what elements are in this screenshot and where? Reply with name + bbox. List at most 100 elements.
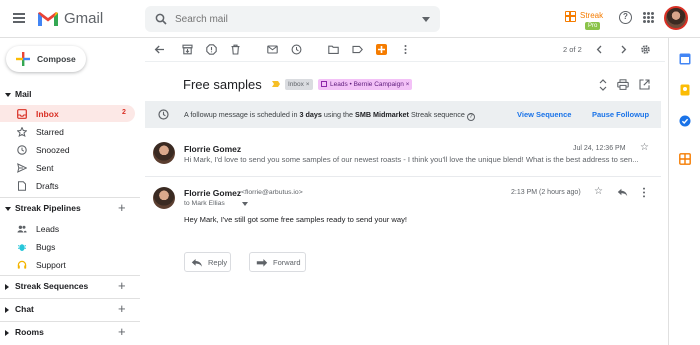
sidebar-item-label: Drafts <box>36 181 59 191</box>
account-avatar[interactable] <box>664 6 688 30</box>
snooze-icon[interactable] <box>291 44 302 55</box>
more-options-icon[interactable] <box>400 44 411 55</box>
message-sender[interactable]: Florrie Gomez <box>184 144 241 154</box>
label-chip-inbox[interactable]: Inbox × <box>285 79 313 90</box>
search-bar[interactable] <box>145 6 440 32</box>
gmail-logo-icon[interactable] <box>37 11 59 27</box>
label-chip-leads[interactable]: Leads • Bernie Campaign × <box>318 79 413 90</box>
sidebar-item-leads[interactable]: Leads <box>0 220 135 237</box>
sidebar-item-sent[interactable]: Sent <box>0 159 135 176</box>
unread-count: 2 <box>122 109 126 116</box>
search-input[interactable] <box>175 11 405 27</box>
sender-avatar[interactable] <box>153 142 175 164</box>
streak-plan-badge: Pro <box>585 22 601 30</box>
inbox-icon <box>17 109 27 119</box>
report-spam-icon[interactable] <box>206 44 217 55</box>
expand-all-icon[interactable] <box>598 79 608 91</box>
open-new-window-icon[interactable] <box>639 79 650 90</box>
sidebar-divider <box>0 275 140 276</box>
compose-plus-icon <box>16 52 30 66</box>
calendar-icon[interactable] <box>679 53 691 65</box>
remove-label-icon[interactable]: × <box>306 81 310 88</box>
streak-label[interactable]: Streak <box>580 11 603 20</box>
clock-icon <box>17 145 27 155</box>
move-to-icon[interactable] <box>328 44 339 55</box>
add-pipeline-icon[interactable]: + <box>118 200 126 215</box>
sidebar-item-label: Leads <box>36 224 60 234</box>
draft-icon <box>18 181 26 191</box>
reply-label: Reply <box>208 258 228 267</box>
important-marker-icon[interactable] <box>272 81 280 87</box>
mark-unread-icon[interactable] <box>267 44 278 55</box>
sidebar-item-support[interactable]: Support <box>0 256 135 273</box>
add-chat-icon[interactable]: + <box>118 301 126 316</box>
sender-avatar[interactable] <box>153 187 175 209</box>
collapse-icon <box>5 93 11 97</box>
print-icon[interactable] <box>617 79 629 90</box>
people-icon <box>17 225 27 233</box>
archive-icon[interactable] <box>182 44 193 55</box>
sender-email: <florrie@arbutus.io> <box>241 189 303 196</box>
delete-icon[interactable] <box>230 44 241 55</box>
remove-label-icon[interactable]: × <box>406 81 410 88</box>
recipient-line[interactable]: to Mark Ellias <box>184 200 225 207</box>
star-icon <box>17 127 27 137</box>
streak-logo-icon[interactable] <box>565 11 576 22</box>
message-body: Hey Mark, I've still got some free sampl… <box>184 215 408 224</box>
compose-button[interactable]: Compose <box>6 46 86 72</box>
pause-followup-link[interactable]: Pause Followup <box>592 110 649 119</box>
streak-panel-icon[interactable] <box>679 153 691 165</box>
thread-subject: Free samples <box>183 77 262 92</box>
sidebar-item-label: Inbox <box>36 109 59 119</box>
main-menu-icon[interactable] <box>13 13 25 23</box>
sidebar-item-label: Snoozed <box>36 145 70 155</box>
pagination-count: 2 of 2 <box>563 45 582 54</box>
sidebar-item-label: Bugs <box>36 242 56 252</box>
back-icon[interactable] <box>154 44 165 55</box>
forward-button[interactable]: Forward <box>249 252 306 272</box>
search-options-icon[interactable] <box>422 17 430 22</box>
help-icon[interactable]: ? <box>619 11 632 24</box>
help-icon[interactable]: ? <box>466 113 475 121</box>
side-panel <box>668 38 700 345</box>
add-sequence-icon[interactable]: + <box>118 278 126 293</box>
view-sequence-link[interactable]: View Sequence <box>517 110 571 119</box>
settings-gear-icon[interactable] <box>640 44 651 55</box>
section-title: Streak Pipelines <box>15 203 81 213</box>
banner-message: A followup message is scheduled in 3 day… <box>184 110 475 121</box>
more-options-icon[interactable] <box>642 187 646 198</box>
sidebar-item-bugs[interactable]: Bugs <box>0 238 135 255</box>
message-date: 2:13 PM (2 hours ago) <box>511 189 581 196</box>
label-icon[interactable] <box>352 44 363 55</box>
app-name: Gmail <box>64 10 104 27</box>
apps-grid-icon[interactable] <box>643 12 654 23</box>
search-icon[interactable] <box>155 13 167 25</box>
recipient-details-icon[interactable] <box>242 202 248 206</box>
compose-label: Compose <box>37 54 76 64</box>
collapse-icon <box>5 207 11 211</box>
older-icon[interactable] <box>618 44 629 55</box>
tasks-icon[interactable] <box>679 115 691 127</box>
sidebar-item-snoozed[interactable]: Snoozed <box>0 141 135 158</box>
expand-icon <box>5 330 9 336</box>
expand-icon <box>5 284 9 290</box>
keep-icon[interactable] <box>679 84 691 96</box>
sidebar-item-drafts[interactable]: Drafts <box>0 177 135 194</box>
label-text: Inbox <box>288 81 304 88</box>
clock-icon <box>158 109 169 120</box>
section-title: Chat <box>15 304 34 314</box>
reply-button[interactable]: Reply <box>184 252 231 272</box>
reply-icon <box>191 259 202 267</box>
star-icon[interactable]: ☆ <box>594 186 603 197</box>
headset-icon <box>17 260 27 269</box>
message-snippet[interactable]: Hi Mark, I'd love to send you some sampl… <box>184 155 639 164</box>
reply-icon[interactable] <box>617 188 628 197</box>
message-sender[interactable]: Florrie Gomez <box>184 188 241 198</box>
sidebar-item-inbox[interactable]: Inbox 2 <box>0 105 135 122</box>
star-icon[interactable]: ☆ <box>640 142 649 153</box>
newer-icon[interactable] <box>594 44 605 55</box>
streak-box-icon[interactable] <box>376 44 387 55</box>
sidebar-item-starred[interactable]: Starred <box>0 123 135 140</box>
add-room-icon[interactable]: + <box>118 324 126 339</box>
sidebar-item-label: Sent <box>36 163 54 173</box>
